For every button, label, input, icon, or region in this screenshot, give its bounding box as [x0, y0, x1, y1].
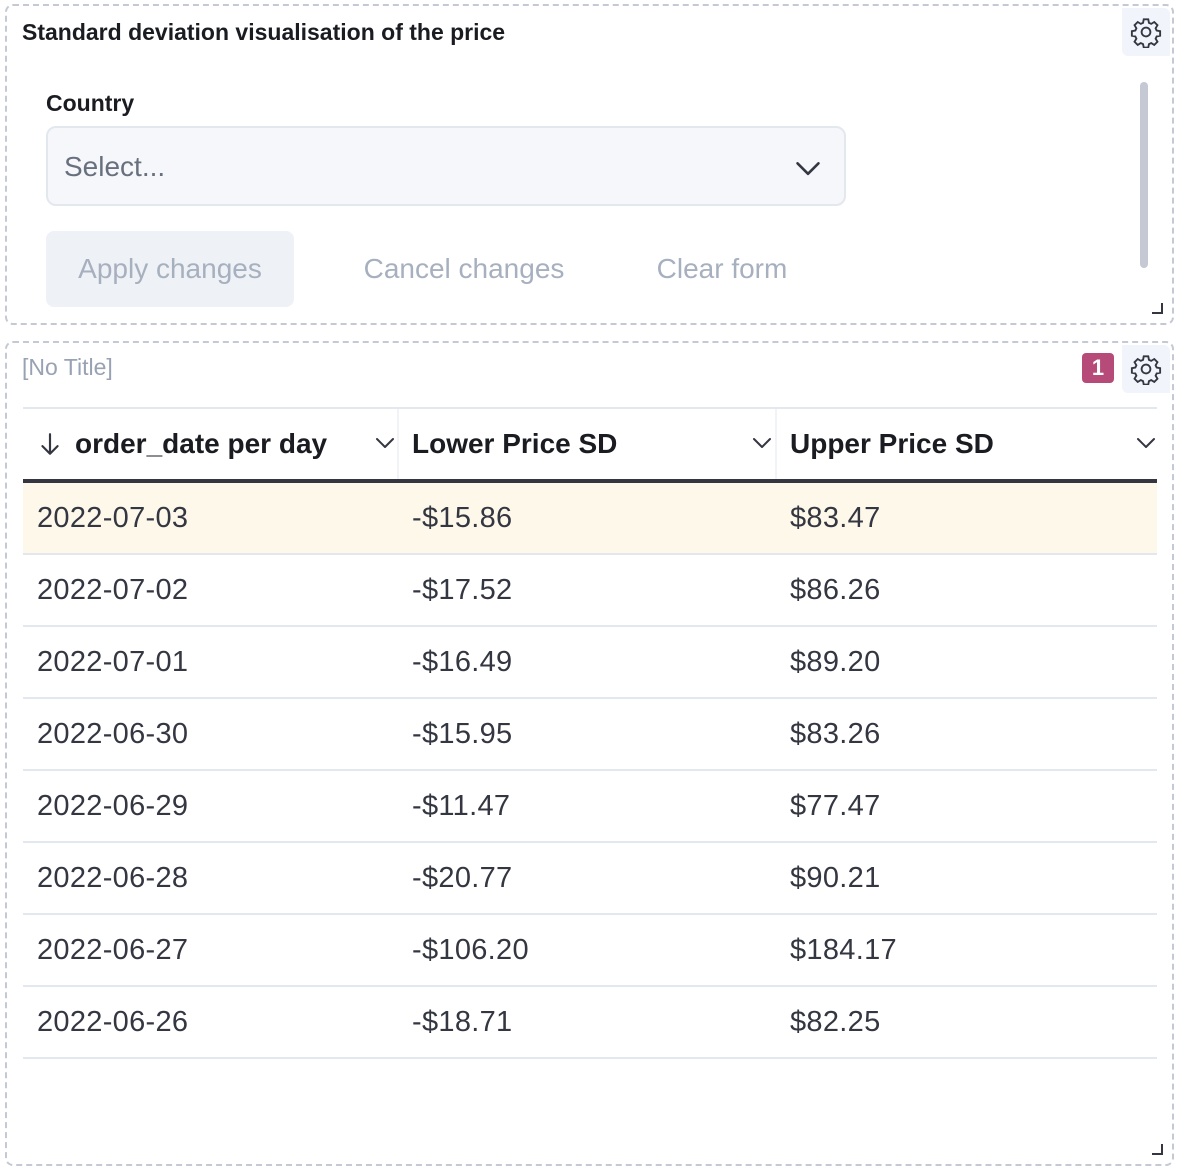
panel-options-button[interactable]	[1122, 8, 1170, 56]
column-header-label: Upper Price SD	[790, 428, 994, 459]
data-table: order_date per day Lower Price SD Upper …	[23, 407, 1157, 1059]
column-header-order-date[interactable]: order_date per day	[37, 409, 397, 479]
table-panel: [No Title] 1 order_date per day Lower Pr…	[5, 341, 1174, 1166]
table-cell: 2022-07-03	[37, 501, 189, 534]
table-row[interactable]: 2022-06-30 -$15.95 $83.26	[23, 699, 1157, 771]
controls-panel: Standard deviation visualisation of the …	[5, 4, 1174, 325]
table-cell: 2022-06-29	[37, 789, 189, 822]
panel-title: [No Title]	[22, 354, 113, 380]
table-header: order_date per day Lower Price SD Upper …	[23, 407, 1157, 483]
resize-handle-icon[interactable]	[1150, 1142, 1164, 1156]
table-row[interactable]: 2022-06-26 -$18.71 $82.25	[23, 987, 1157, 1059]
panel-options-button[interactable]	[1122, 345, 1170, 393]
table-cell: -$16.49	[412, 645, 513, 678]
column-divider	[775, 409, 777, 479]
table-row[interactable]: 2022-07-03 -$15.86 $83.47	[23, 483, 1157, 555]
table-cell: -$106.20	[412, 933, 529, 966]
column-header-label: Lower Price SD	[412, 428, 618, 459]
country-label: Country	[46, 90, 135, 116]
apply-changes-button[interactable]: Apply changes	[46, 231, 294, 307]
table-cell: 2022-07-01	[37, 645, 189, 678]
table-cell: -$11.47	[412, 789, 511, 822]
scrollbar[interactable]	[1140, 82, 1148, 268]
resize-handle-icon[interactable]	[1150, 301, 1164, 315]
table-cell: 2022-06-28	[37, 861, 189, 894]
table-row[interactable]: 2022-06-27 -$106.20 $184.17	[23, 915, 1157, 987]
table-cell: $83.26	[790, 717, 881, 750]
column-divider	[397, 409, 399, 479]
gear-icon	[1130, 355, 1162, 385]
table-cell: -$18.71	[412, 1005, 513, 1038]
chevron-down-icon	[796, 162, 820, 176]
chevron-down-icon[interactable]	[1134, 431, 1158, 455]
table-row[interactable]: 2022-06-29 -$11.47 $77.47	[23, 771, 1157, 843]
clear-form-button[interactable]: Clear form	[631, 231, 813, 307]
notification-badge[interactable]: 1	[1082, 353, 1114, 383]
chevron-down-icon[interactable]	[750, 431, 774, 455]
table-cell: -$17.52	[412, 573, 513, 606]
column-header-label: order_date per day	[75, 428, 328, 459]
table-cell: 2022-06-26	[37, 1005, 189, 1038]
table-row[interactable]: 2022-06-28 -$20.77 $90.21	[23, 843, 1157, 915]
table-cell: $83.47	[790, 501, 881, 534]
table-cell: 2022-07-02	[37, 573, 189, 606]
chevron-down-icon[interactable]	[373, 431, 397, 455]
table-cell: $184.17	[790, 933, 897, 966]
table-cell: $82.25	[790, 1005, 881, 1038]
column-header-upper-price-sd[interactable]: Upper Price SD	[790, 409, 1158, 479]
country-select-placeholder: Select...	[64, 151, 166, 182]
table-cell: -$15.95	[412, 717, 513, 750]
table-row[interactable]: 2022-07-01 -$16.49 $89.20	[23, 627, 1157, 699]
table-cell: $86.26	[790, 573, 881, 606]
country-select[interactable]: Select...	[46, 126, 846, 206]
panel-title: Standard deviation visualisation of the …	[22, 19, 506, 45]
table-cell: -$20.77	[412, 861, 513, 894]
table-cell: -$15.86	[412, 501, 513, 534]
table-cell: $90.21	[790, 861, 881, 894]
arrow-down-icon[interactable]	[37, 431, 63, 457]
table-cell: 2022-06-30	[37, 717, 189, 750]
table-cell: $77.47	[790, 789, 881, 822]
cancel-changes-button[interactable]: Cancel changes	[337, 231, 591, 307]
table-cell: 2022-06-27	[37, 933, 189, 966]
column-header-lower-price-sd[interactable]: Lower Price SD	[412, 409, 774, 479]
table-row[interactable]: 2022-07-02 -$17.52 $86.26	[23, 555, 1157, 627]
gear-icon	[1130, 18, 1162, 48]
table-cell: $89.20	[790, 645, 881, 678]
